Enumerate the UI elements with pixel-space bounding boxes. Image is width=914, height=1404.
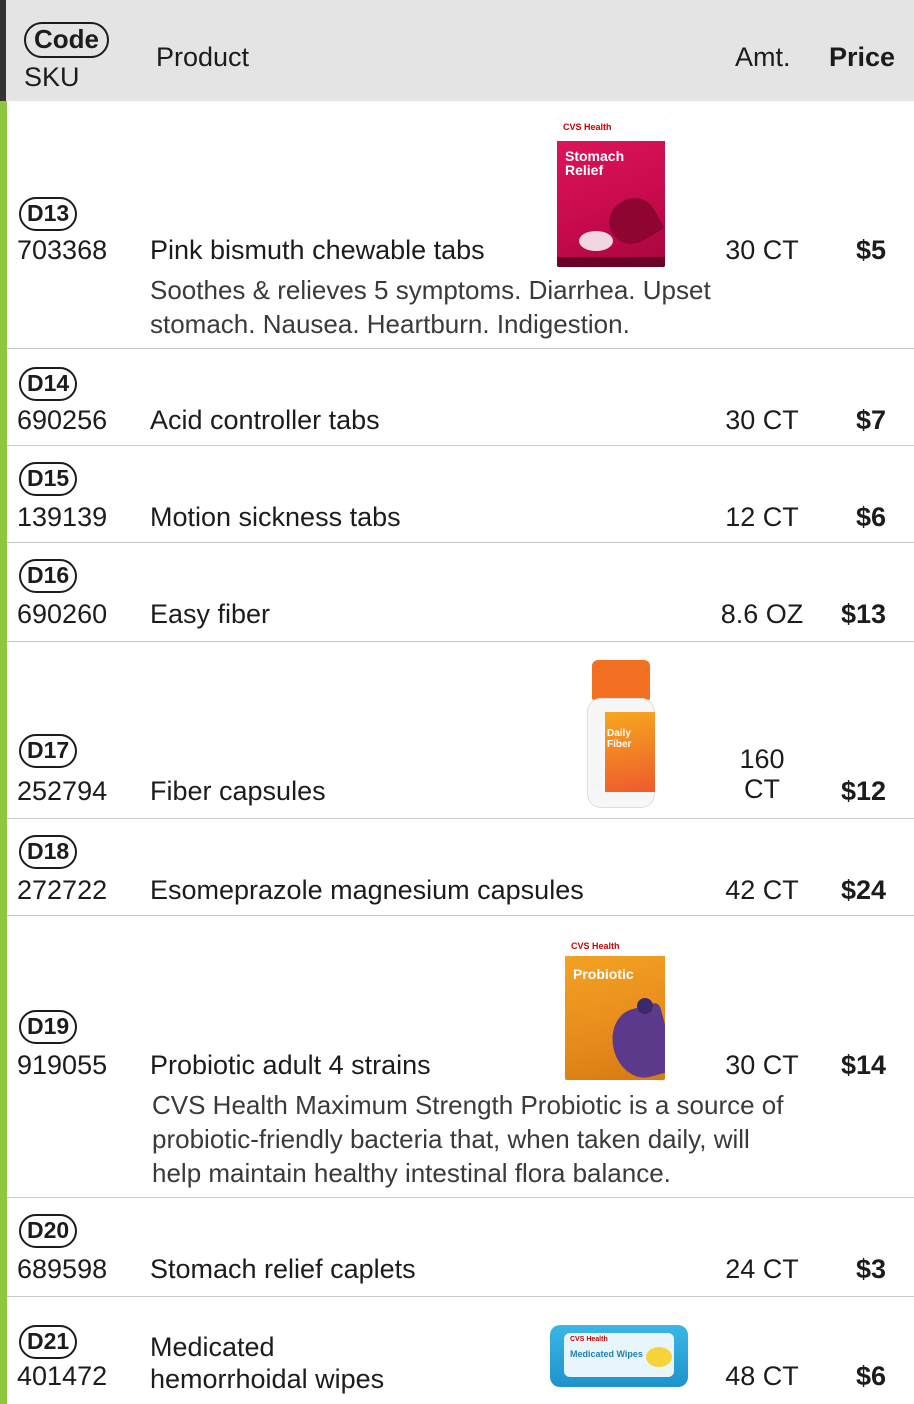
table-row: D13 703368 Pink bismuth chewable tabs 30…	[7, 101, 914, 349]
price: $14	[840, 1050, 886, 1080]
product-description: CVS Health Maximum Strength Probiotic is…	[152, 1090, 784, 1188]
product-name: Medicated hemorrhoidal wipes	[150, 1332, 385, 1394]
amount: 30 CT	[725, 235, 799, 265]
product-code-badge: D17	[19, 734, 78, 768]
accent-bar	[0, 101, 7, 1404]
amount: 30 CT	[725, 1050, 799, 1080]
table-row: D15 139139 Motion sickness tabs 12 CT $6	[7, 446, 914, 543]
sku-number: 703368	[17, 235, 108, 265]
product-code-badge: D19	[19, 1010, 78, 1044]
amount: 12 CT	[725, 502, 799, 532]
bottle-label	[605, 712, 655, 792]
product-code-badge: D16	[19, 559, 78, 593]
fiber-capsules-product-image: Daily Fiber	[585, 660, 657, 808]
amount: 8.6 OZ	[720, 599, 804, 629]
product-code-badge: D18	[19, 835, 78, 869]
table-row: D20 689598 Stomach relief caplets 24 CT …	[7, 1198, 914, 1297]
product-name: Acid controller tabs	[150, 405, 380, 435]
price: $5	[855, 235, 886, 265]
sku-number: 401472	[17, 1361, 108, 1391]
capsule-graphic	[604, 1001, 665, 1080]
amount: 24 CT	[725, 1254, 799, 1284]
sku-number: 919055	[17, 1050, 108, 1080]
product-name: Fiber capsules	[150, 776, 326, 806]
sku-number: 272722	[17, 875, 108, 905]
price: $6	[855, 1361, 886, 1391]
price-column-header: Price	[829, 42, 896, 72]
product-code-badge: D21	[19, 1325, 78, 1359]
code-column-header: Code	[24, 22, 109, 58]
product-code-badge: D14	[19, 367, 78, 401]
table-row: D18 272722 Esomeprazole magnesium capsul…	[7, 819, 914, 916]
probiotic-product-image: CVS Health Probiotic	[565, 938, 665, 1080]
sku-number: 690256	[17, 405, 108, 435]
product-code-badge: D13	[19, 197, 78, 231]
product-name: Easy fiber	[150, 599, 271, 629]
amount: 30 CT	[725, 405, 799, 435]
product-column-header: Product	[156, 42, 250, 72]
product-code-badge: D15	[19, 462, 78, 496]
product-code-badge: D20	[19, 1214, 78, 1248]
table-header: Code SKU Product Amt. Price	[0, 0, 914, 101]
sku-number: 690260	[17, 599, 108, 629]
price: $7	[855, 405, 886, 435]
tablet-graphic	[579, 231, 613, 251]
amount: 48 CT	[725, 1361, 799, 1391]
product-name: Esomeprazole magnesium capsules	[150, 875, 584, 905]
product-name: Motion sickness tabs	[150, 502, 401, 532]
table-row: D17 252794 Fiber capsules 160 CT $12 Dai…	[7, 642, 914, 819]
sku-number: 252794	[17, 776, 108, 806]
amount: 42 CT	[725, 875, 799, 905]
bottle-cap	[592, 660, 650, 700]
sku-column-header: SKU	[24, 62, 80, 92]
table-row: D21 401472 Medicated hemorrhoidal wipes …	[7, 1297, 914, 1404]
sku-number: 139139	[17, 502, 108, 532]
price: $13	[840, 599, 886, 629]
sku-number: 689598	[17, 1254, 108, 1284]
price: $6	[855, 502, 886, 532]
product-name: Stomach relief caplets	[150, 1254, 416, 1284]
table-row: D16 690260 Easy fiber 8.6 OZ $13	[7, 543, 914, 642]
price: $24	[840, 875, 886, 905]
product-name: Probiotic adult 4 strains	[150, 1050, 431, 1080]
wipes-product-image: CVS Health Medicated Wipes	[550, 1325, 688, 1387]
amount: 160 CT	[739, 744, 785, 804]
product-name: Pink bismuth chewable tabs	[150, 235, 485, 265]
product-description: Soothes & relieves 5 symptoms. Diarrhea.…	[150, 275, 711, 339]
amount-column-header: Amt.	[735, 42, 791, 72]
table-row: D14 690256 Acid controller tabs 30 CT $7	[7, 349, 914, 446]
price: $12	[840, 776, 886, 806]
table-row: D19 919055 Probiotic adult 4 strains 30 …	[7, 916, 914, 1198]
price: $3	[855, 1254, 886, 1284]
stomach-relief-product-image: CVS Health Stomach Relief	[557, 119, 665, 267]
